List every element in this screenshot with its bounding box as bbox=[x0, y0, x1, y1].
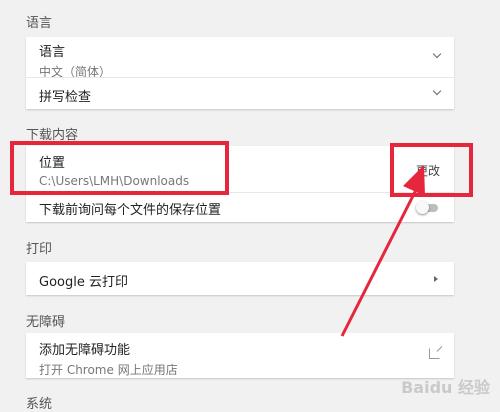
section-title-system: 系统 bbox=[26, 397, 53, 412]
add-accessibility-label: 添加无障碍功能 bbox=[39, 343, 131, 358]
section-title-printing: 打印 bbox=[26, 242, 53, 257]
section-title-accessibility: 无障碍 bbox=[26, 315, 66, 330]
ask-where-to-save-label: 下载前询问每个文件的保存位置 bbox=[39, 203, 222, 218]
toggle-knob bbox=[416, 201, 429, 214]
cloud-print-row[interactable]: Google 云打印 bbox=[26, 262, 454, 295]
accessibility-card: 添加无障碍功能 打开 Chrome 网上应用店 bbox=[26, 333, 454, 378]
add-accessibility-row[interactable]: 添加无障碍功能 打开 Chrome 网上应用店 bbox=[26, 333, 454, 378]
arrow-right-icon bbox=[434, 276, 438, 282]
language-label: 语言 bbox=[39, 45, 66, 60]
spellcheck-row[interactable]: 拼写检查 bbox=[26, 77, 454, 109]
spellcheck-label: 拼写检查 bbox=[39, 90, 92, 105]
external-link-icon bbox=[429, 348, 440, 359]
annotation-box-location bbox=[10, 141, 229, 195]
add-accessibility-sublabel: 打开 Chrome 网上应用店 bbox=[39, 363, 178, 377]
ask-where-to-save-toggle[interactable] bbox=[416, 201, 438, 214]
language-card: 语言 中文（简体） 拼写检查 bbox=[26, 37, 454, 109]
printing-card: Google 云打印 bbox=[26, 262, 454, 295]
language-row[interactable]: 语言 中文（简体） bbox=[26, 37, 454, 79]
annotation-box-change bbox=[390, 143, 473, 197]
section-title-language: 语言 bbox=[26, 16, 53, 31]
cloud-print-label: Google 云打印 bbox=[39, 275, 128, 290]
baidu-watermark: Baidu 经验 bbox=[401, 378, 490, 397]
